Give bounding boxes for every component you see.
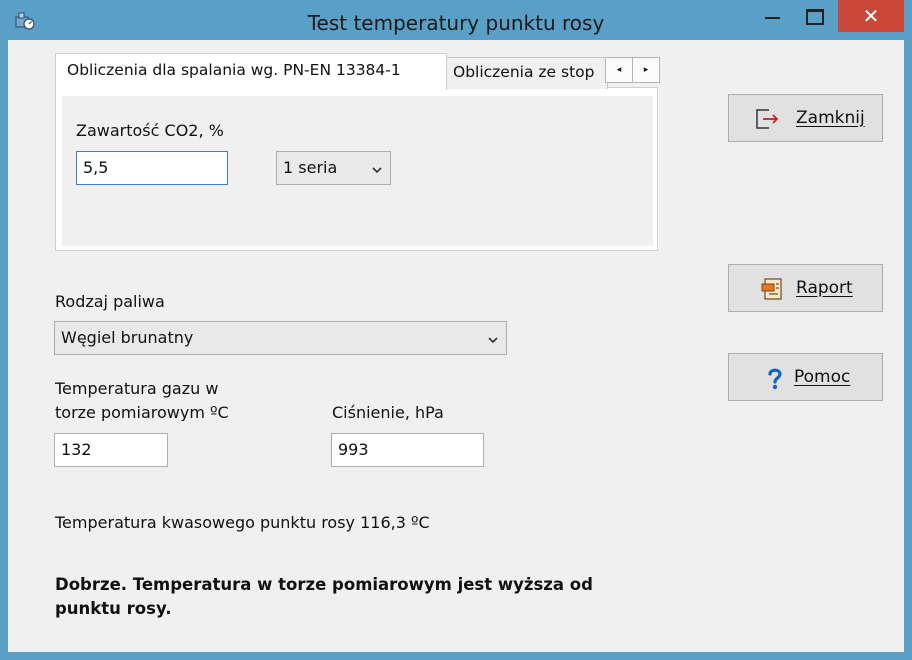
gas-temp-label-line1: Temperatura gazu w [55,379,219,398]
dialog-body: Zawartość CO2, % 5,5 1 seria Obliczenia … [8,40,904,652]
app-window: Test temperatury punktu rosy ✕ Zawartość… [0,0,912,660]
help-button-label: Pomoc [794,367,851,387]
close-button[interactable]: Zamknij [728,94,883,142]
fuel-label: Rodzaj paliwa [55,292,165,311]
question-mark-icon [762,365,788,391]
close-window-button[interactable]: ✕ [838,0,904,32]
status-message: Dobrze. Temperatura w torze pomiarowym j… [55,575,593,618]
gas-temp-label-line2: torze pomiarowym ºC [55,403,229,421]
tab-scroll-left-button[interactable]: ◂ [605,57,633,83]
co2-label: Zawartość CO2, % [76,121,224,140]
chevron-down-icon [487,331,499,344]
tab-combustion-calc-label: Obliczenia dla spalania wg. PN-EN 13384-… [67,61,401,79]
minimize-button[interactable] [753,0,793,32]
tab-panel: Zawartość CO2, % 5,5 1 seria [55,87,658,251]
report-icon [760,276,786,302]
co2-input[interactable]: 5,5 [76,151,228,185]
tab-panel-content: Zawartość CO2, % 5,5 1 seria [62,96,653,246]
maximize-button[interactable] [795,0,835,32]
tab-degree-calc-label: Obliczenia ze stop [453,63,595,81]
report-button-label: Raport [796,278,853,298]
series-select-value: 1 seria [283,158,338,177]
tab-scroll-right-button[interactable]: ▸ [632,57,660,83]
chevron-down-icon [371,161,383,174]
pressure-label: Ciśnienie, hPa [332,403,444,422]
pressure-input[interactable]: 993 [331,433,484,467]
dew-point-result: Temperatura kwasowego punktu rosy 116,3 … [55,513,430,532]
close-button-label: Zamknij [796,108,865,128]
help-button[interactable]: Pomoc [728,353,883,401]
tab-degree-calc[interactable]: Obliczenia ze stop [446,57,608,89]
report-button[interactable]: Raport [728,264,883,312]
series-select[interactable]: 1 seria [276,151,391,185]
fuel-select[interactable]: Węgiel brunatny [54,321,507,355]
fuel-select-value: Węgiel brunatny [61,328,194,347]
exit-door-icon [754,106,780,132]
gas-temp-input[interactable]: 132 [54,433,168,467]
tab-combustion-calc[interactable]: Obliczenia dla spalania wg. PN-EN 13384-… [55,53,447,90]
